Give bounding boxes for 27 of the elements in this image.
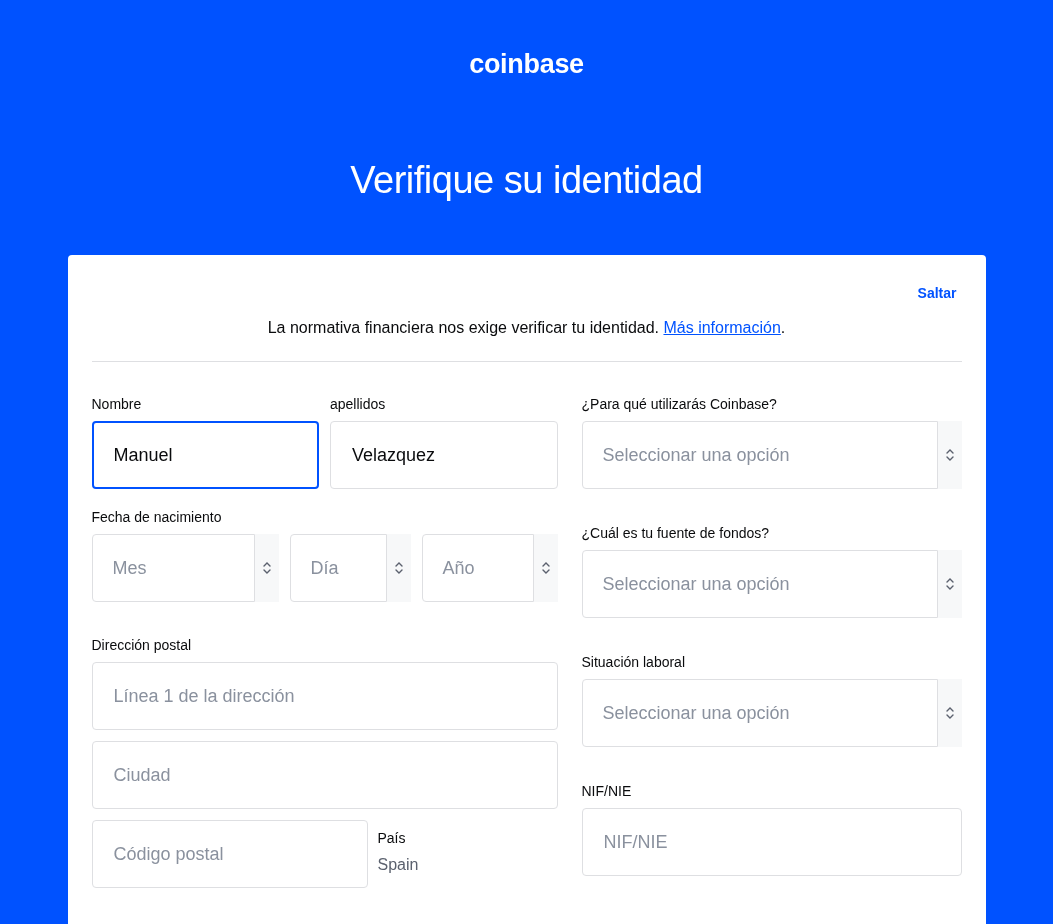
chevron-updown-icon xyxy=(261,560,272,576)
field-label: ¿Para qué utilizarás Coinbase? xyxy=(581,396,778,413)
chevron-updown-icon xyxy=(944,447,955,463)
field-label: ¿Cuál es tu fuente de fondos? xyxy=(581,525,771,542)
input-field[interactable]: Línea 1 de la dirección xyxy=(91,662,558,730)
chevron-updown-icon xyxy=(944,576,955,592)
country-value: Spain xyxy=(377,856,419,874)
field-label: Dirección postal xyxy=(91,637,193,654)
country-label: País xyxy=(377,830,407,846)
page-title: Verifique su identidad xyxy=(350,158,703,202)
field-label: Situación laboral xyxy=(581,654,686,671)
chevron-updown-icon xyxy=(944,705,955,721)
chevron-updown-icon xyxy=(540,560,551,576)
input-field[interactable]: Código postal xyxy=(91,820,368,888)
field-label: Fecha de nacimiento xyxy=(91,509,223,526)
input-field[interactable]: Manuel xyxy=(91,421,319,489)
field-label: apellidos xyxy=(330,396,387,413)
input-field[interactable]: NIF/NIE xyxy=(581,808,962,876)
input-field[interactable]: Velazquez xyxy=(330,421,558,489)
chevron-updown-icon xyxy=(393,560,404,576)
more-info-link[interactable]: Más información xyxy=(663,319,781,336)
notice-text: La normativa financiera nos exige verificar tu identidad. Más información. xyxy=(266,319,787,337)
logo: coinbase xyxy=(469,48,584,80)
skip-link[interactable]: Saltar xyxy=(917,285,957,301)
input-field[interactable]: Ciudad xyxy=(91,741,558,809)
field-label: NIF/NIE xyxy=(581,783,633,800)
field-label: Nombre xyxy=(91,396,143,413)
